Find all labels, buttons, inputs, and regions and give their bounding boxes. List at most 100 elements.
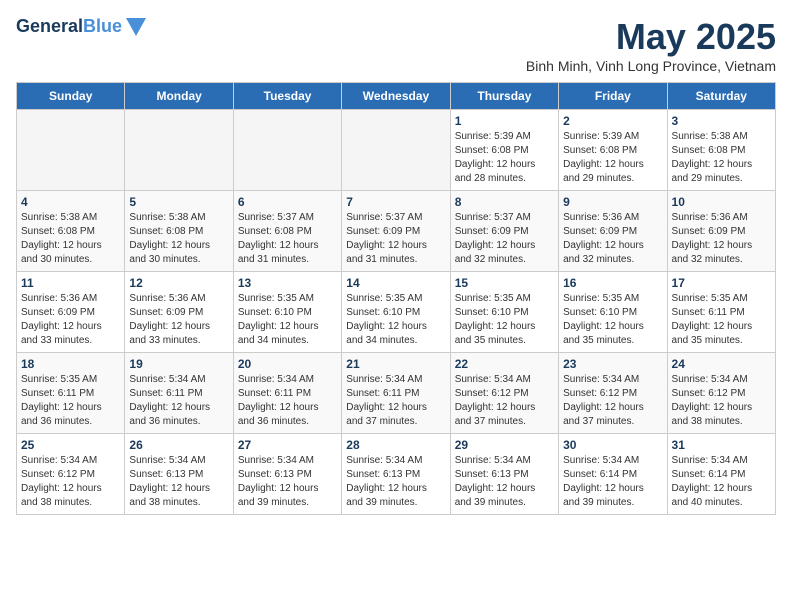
day-info: Sunrise: 5:38 AM Sunset: 6:08 PM Dayligh…: [129, 211, 228, 267]
calendar-cell: 29 Sunrise: 5:34 AM Sunset: 6:13 PM Dayli…: [450, 434, 558, 515]
day-info: Sunrise: 5:37 AM Sunset: 6:09 PM Dayligh…: [455, 211, 554, 267]
week-row-1: 1Sunrise: 5:39 AM Sunset: 6:08 PM Daylig…: [17, 110, 776, 191]
column-header-wednesday: Wednesday: [342, 83, 450, 110]
day-info: Sunrise: 5:34 AM Sunset: 6:13 PM Dayligh…: [129, 454, 228, 510]
day-number: 22: [455, 357, 554, 371]
day-info: Sunrise: 5:34 AM Sunset: 6:12 PM Dayligh…: [21, 454, 120, 510]
calendar-header-row: SundayMondayTuesdayWednesdayThursdayFrid…: [17, 83, 776, 110]
column-header-tuesday: Tuesday: [233, 83, 341, 110]
week-row-4: 18 Sunrise: 5:35 AM Sunset: 6:11 PM Dayli…: [17, 353, 776, 434]
calendar-cell: [233, 110, 341, 191]
column-header-friday: Friday: [559, 83, 667, 110]
day-info: Sunrise: 5:34 AM Sunset: 6:13 PM Dayligh…: [346, 454, 445, 510]
calendar-cell: 6Sunrise: 5:37 AM Sunset: 6:08 PM Daylig…: [233, 191, 341, 272]
calendar-cell: 25 Sunrise: 5:34 AM Sunset: 6:12 PM Dayli…: [17, 434, 125, 515]
calendar-table: SundayMondayTuesdayWednesdayThursdayFrid…: [16, 82, 776, 515]
column-header-sunday: Sunday: [17, 83, 125, 110]
day-number: 10: [672, 195, 771, 209]
day-info: Sunrise: 5:38 AM Sunset: 6:08 PM Dayligh…: [672, 130, 771, 186]
calendar-cell: 4 Sunrise: 5:38 AM Sunset: 6:08 PM Daylig…: [17, 191, 125, 272]
calendar-cell: [342, 110, 450, 191]
day-info: Sunrise: 5:36 AM Sunset: 6:09 PM Dayligh…: [563, 211, 662, 267]
day-info: Sunrise: 5:34 AM Sunset: 6:14 PM Dayligh…: [563, 454, 662, 510]
calendar-cell: 17 Sunrise: 5:35 AM Sunset: 6:11 PM Dayli…: [667, 272, 775, 353]
calendar-cell: 31 Sunrise: 5:34 AM Sunset: 6:14 PM Dayli…: [667, 434, 775, 515]
day-info: Sunrise: 5:34 AM Sunset: 6:12 PM Dayligh…: [672, 373, 771, 429]
day-number: 17: [672, 276, 771, 290]
day-info: Sunrise: 5:36 AM Sunset: 6:09 PM Dayligh…: [672, 211, 771, 267]
calendar-cell: 19Sunrise: 5:34 AM Sunset: 6:11 PM Dayli…: [125, 353, 233, 434]
day-info: Sunrise: 5:35 AM Sunset: 6:11 PM Dayligh…: [672, 292, 771, 348]
calendar-cell: 11 Sunrise: 5:36 AM Sunset: 6:09 PM Dayli…: [17, 272, 125, 353]
calendar-cell: 13Sunrise: 5:35 AM Sunset: 6:10 PM Dayli…: [233, 272, 341, 353]
day-info: Sunrise: 5:34 AM Sunset: 6:11 PM Dayligh…: [346, 373, 445, 429]
day-info: Sunrise: 5:35 AM Sunset: 6:10 PM Dayligh…: [563, 292, 662, 348]
day-number: 8: [455, 195, 554, 209]
calendar-cell: 10 Sunrise: 5:36 AM Sunset: 6:09 PM Dayli…: [667, 191, 775, 272]
subtitle: Binh Minh, Vinh Long Province, Vietnam: [526, 58, 776, 74]
day-number: 31: [672, 438, 771, 452]
day-info: Sunrise: 5:34 AM Sunset: 6:12 PM Dayligh…: [563, 373, 662, 429]
logo: GeneralBlue: [16, 16, 146, 37]
column-header-monday: Monday: [125, 83, 233, 110]
day-info: Sunrise: 5:34 AM Sunset: 6:13 PM Dayligh…: [455, 454, 554, 510]
day-number: 4: [21, 195, 120, 209]
day-number: 19: [129, 357, 228, 371]
calendar-cell: 20Sunrise: 5:34 AM Sunset: 6:11 PM Dayli…: [233, 353, 341, 434]
day-info: Sunrise: 5:34 AM Sunset: 6:13 PM Dayligh…: [238, 454, 337, 510]
day-number: 14: [346, 276, 445, 290]
title-block: May 2025 Binh Minh, Vinh Long Province, …: [526, 16, 776, 74]
day-number: 5: [129, 195, 228, 209]
calendar-cell: 21Sunrise: 5:34 AM Sunset: 6:11 PM Dayli…: [342, 353, 450, 434]
day-info: Sunrise: 5:34 AM Sunset: 6:14 PM Dayligh…: [672, 454, 771, 510]
calendar-cell: 8 Sunrise: 5:37 AM Sunset: 6:09 PM Daylig…: [450, 191, 558, 272]
day-number: 13: [238, 276, 337, 290]
day-number: 30: [563, 438, 662, 452]
calendar-cell: [17, 110, 125, 191]
logo-text: GeneralBlue: [16, 16, 122, 37]
calendar-cell: 28 Sunrise: 5:34 AM Sunset: 6:13 PM Dayli…: [342, 434, 450, 515]
calendar-body: 1Sunrise: 5:39 AM Sunset: 6:08 PM Daylig…: [17, 110, 776, 515]
day-number: 28: [346, 438, 445, 452]
day-number: 18: [21, 357, 120, 371]
calendar-cell: 5 Sunrise: 5:38 AM Sunset: 6:08 PM Daylig…: [125, 191, 233, 272]
column-header-thursday: Thursday: [450, 83, 558, 110]
calendar-cell: 12Sunrise: 5:36 AM Sunset: 6:09 PM Dayli…: [125, 272, 233, 353]
calendar-cell: 18 Sunrise: 5:35 AM Sunset: 6:11 PM Dayli…: [17, 353, 125, 434]
day-number: 12: [129, 276, 228, 290]
day-info: Sunrise: 5:34 AM Sunset: 6:11 PM Dayligh…: [238, 373, 337, 429]
day-number: 9: [563, 195, 662, 209]
day-info: Sunrise: 5:39 AM Sunset: 6:08 PM Dayligh…: [455, 130, 554, 186]
calendar-cell: 27 Sunrise: 5:34 AM Sunset: 6:13 PM Dayli…: [233, 434, 341, 515]
day-number: 2: [563, 114, 662, 128]
calendar-cell: 9 Sunrise: 5:36 AM Sunset: 6:09 PM Daylig…: [559, 191, 667, 272]
week-row-5: 25 Sunrise: 5:34 AM Sunset: 6:12 PM Dayli…: [17, 434, 776, 515]
month-title: May 2025: [526, 16, 776, 58]
day-number: 29: [455, 438, 554, 452]
calendar-cell: 14Sunrise: 5:35 AM Sunset: 6:10 PM Dayli…: [342, 272, 450, 353]
day-info: Sunrise: 5:37 AM Sunset: 6:08 PM Dayligh…: [238, 211, 337, 267]
calendar-cell: 1Sunrise: 5:39 AM Sunset: 6:08 PM Daylig…: [450, 110, 558, 191]
day-number: 11: [21, 276, 120, 290]
week-row-3: 11 Sunrise: 5:36 AM Sunset: 6:09 PM Dayli…: [17, 272, 776, 353]
logo-arrow-icon: [126, 18, 146, 36]
day-info: Sunrise: 5:36 AM Sunset: 6:09 PM Dayligh…: [21, 292, 120, 348]
day-number: 24: [672, 357, 771, 371]
day-number: 16: [563, 276, 662, 290]
day-number: 26: [129, 438, 228, 452]
day-number: 15: [455, 276, 554, 290]
calendar-cell: 23Sunrise: 5:34 AM Sunset: 6:12 PM Dayli…: [559, 353, 667, 434]
day-info: Sunrise: 5:35 AM Sunset: 6:11 PM Dayligh…: [21, 373, 120, 429]
day-info: Sunrise: 5:38 AM Sunset: 6:08 PM Dayligh…: [21, 211, 120, 267]
day-number: 25: [21, 438, 120, 452]
day-number: 7: [346, 195, 445, 209]
day-number: 27: [238, 438, 337, 452]
calendar-cell: [125, 110, 233, 191]
page-header: GeneralBlue May 2025 Binh Minh, Vinh Lon…: [16, 16, 776, 74]
day-number: 3: [672, 114, 771, 128]
calendar-cell: 15Sunrise: 5:35 AM Sunset: 6:10 PM Dayli…: [450, 272, 558, 353]
calendar-cell: 7Sunrise: 5:37 AM Sunset: 6:09 PM Daylig…: [342, 191, 450, 272]
day-info: Sunrise: 5:34 AM Sunset: 6:12 PM Dayligh…: [455, 373, 554, 429]
day-info: Sunrise: 5:39 AM Sunset: 6:08 PM Dayligh…: [563, 130, 662, 186]
calendar-cell: 22 Sunrise: 5:34 AM Sunset: 6:12 PM Dayli…: [450, 353, 558, 434]
